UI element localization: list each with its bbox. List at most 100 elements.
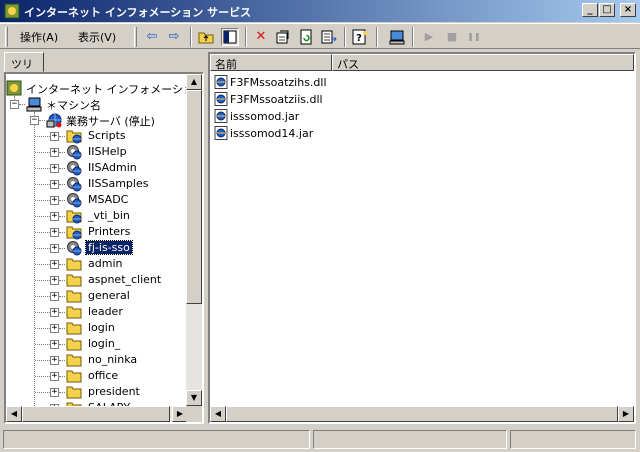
tree-line [59, 184, 65, 185]
tree-node-child[interactable]: + admin [6, 256, 188, 272]
column-header-path[interactable]: パス [332, 54, 634, 71]
start-button[interactable]: ▶ [420, 28, 438, 46]
status-bar [0, 428, 640, 452]
web-site-stopped-icon [46, 113, 62, 128]
expand-icon[interactable]: + [50, 212, 59, 221]
menu-grip[interactable] [5, 27, 8, 47]
expand-icon[interactable]: + [50, 372, 59, 381]
expand-icon[interactable]: + [50, 228, 59, 237]
up-folder-icon [198, 32, 214, 44]
tree-node-child[interactable]: + IISAdmin [6, 160, 188, 176]
tree-node-child[interactable]: + general [6, 288, 188, 304]
expand-icon[interactable]: + [50, 244, 59, 253]
scroll-thumb[interactable] [22, 406, 170, 422]
toolbar-grip[interactable] [134, 27, 137, 47]
computer-button[interactable] [388, 28, 406, 46]
tree-vertical-scrollbar[interactable]: ▲ ▼ [186, 74, 202, 406]
tree-pane[interactable]: インターネット インフォメーション サービス − ＊マシン名 − 業務サーバ (… [4, 72, 204, 424]
toolbar-separator [190, 27, 192, 47]
tree-node-child[interactable]: + Scripts [6, 128, 188, 144]
expand-icon[interactable]: + [50, 292, 59, 301]
forward-button[interactable]: ⇨ [165, 28, 183, 46]
scroll-thumb[interactable] [186, 90, 202, 304]
title-bar[interactable]: インターネット インフォメーション サービス _ □ × [0, 0, 640, 22]
list-item[interactable]: F3FMssoatzihs.dll [214, 74, 414, 91]
tree-label-child: IISSamples [88, 177, 149, 190]
menu-view[interactable]: 表示(V) [78, 29, 116, 45]
tree-view[interactable]: インターネット インフォメーション サービス − ＊マシン名 − 業務サーバ (… [6, 74, 188, 406]
close-button[interactable]: × [620, 3, 636, 17]
virtual-directory-icon [66, 130, 82, 144]
tree-node-child[interactable]: + IISHelp [6, 144, 188, 160]
expand-icon[interactable]: + [50, 388, 59, 397]
status-panel-middle [313, 430, 507, 449]
stop-button[interactable]: ■ [443, 28, 461, 46]
tree-line [35, 344, 50, 345]
tree-node-child[interactable]: + MSADC [6, 192, 188, 208]
content-list-pane[interactable]: 名前 パス F3FMssoatzihs.dll F3FMssoatziis.dll… [208, 52, 636, 424]
up-folder-button[interactable] [197, 28, 215, 46]
tree-line [59, 280, 65, 281]
expand-icon[interactable]: + [50, 356, 59, 365]
tree-node-child[interactable]: + aspnet_client [6, 272, 188, 288]
tree-line [59, 264, 65, 265]
scroll-left-button[interactable]: ◀ [210, 406, 226, 422]
expand-icon[interactable]: + [50, 196, 59, 205]
tree-label-child: aspnet_client [88, 273, 162, 286]
help-button[interactable]: ? [351, 28, 369, 46]
list-scroll-thumb[interactable] [226, 406, 618, 422]
properties-button[interactable] [274, 28, 292, 46]
expand-icon[interactable]: + [50, 324, 59, 333]
scroll-right-button[interactable]: ▶ [618, 406, 634, 422]
tree-node-child[interactable]: + leader [6, 304, 188, 320]
maximize-button[interactable]: □ [599, 3, 615, 17]
scroll-up-button[interactable]: ▲ [186, 74, 202, 90]
pause-button[interactable]: ❚❚ [465, 28, 483, 46]
refresh-button[interactable] [297, 28, 315, 46]
file-icon [214, 92, 228, 106]
scroll-down-button[interactable]: ▼ [186, 390, 202, 406]
tree-line [35, 216, 50, 217]
expand-icon[interactable]: + [50, 276, 59, 285]
scroll-left-button[interactable]: ◀ [6, 406, 22, 422]
collapse-icon[interactable]: − [10, 100, 19, 109]
column-header-name[interactable]: 名前 [210, 54, 332, 71]
tree-node-child[interactable]: + login [6, 320, 188, 336]
list-item[interactable]: F3FMssoatziis.dll [214, 91, 414, 108]
expand-icon[interactable]: + [50, 132, 59, 141]
back-button[interactable]: ⇦ [143, 28, 161, 46]
expand-icon[interactable]: + [50, 164, 59, 173]
expand-icon[interactable]: + [50, 180, 59, 189]
tab-tree[interactable]: ツリー [4, 52, 44, 87]
expand-icon[interactable]: + [50, 260, 59, 269]
tree-node-child[interactable]: + fj-is-sso [6, 240, 188, 256]
tree-line [59, 152, 65, 153]
delete-button[interactable]: ✕ [252, 28, 270, 46]
tree-node-machine[interactable]: − ＊マシン名 [6, 96, 188, 112]
tree-node-child[interactable]: + no_ninka [6, 352, 188, 368]
menu-action[interactable]: 操作(A) [20, 29, 58, 45]
tree-node-child[interactable]: + login_ [6, 336, 188, 352]
tree-node-child[interactable]: + office [6, 368, 188, 384]
tree-node-child[interactable]: + president [6, 384, 188, 400]
export-list-button[interactable] [320, 28, 338, 46]
tree-label-root: インターネット インフォメーション サービス [26, 83, 188, 96]
expand-icon[interactable]: + [50, 308, 59, 317]
tree-line [35, 200, 50, 201]
tree-node-child[interactable]: + IISSamples [6, 176, 188, 192]
tree-node-child[interactable]: + _vti_bin [6, 208, 188, 224]
minimize-button[interactable]: _ [582, 3, 598, 17]
show-tree-button[interactable] [221, 28, 239, 46]
tree-node-child[interactable]: + Printers [6, 224, 188, 240]
collapse-icon[interactable]: − [30, 116, 39, 125]
tree-horizontal-scrollbar[interactable]: ◀ ▶ [6, 406, 188, 422]
tree-node-site[interactable]: − 業務サーバ (停止) [6, 112, 188, 128]
expand-icon[interactable]: + [50, 340, 59, 349]
list-item[interactable]: isssomod.jar [214, 108, 414, 125]
tree-line [59, 200, 65, 201]
tree-line [35, 312, 50, 313]
tree-label-machine: ＊マシン名 [46, 99, 101, 112]
list-item[interactable]: isssomod14.jar [214, 125, 414, 142]
tree-label-child: leader [88, 305, 123, 318]
expand-icon[interactable]: + [50, 148, 59, 157]
